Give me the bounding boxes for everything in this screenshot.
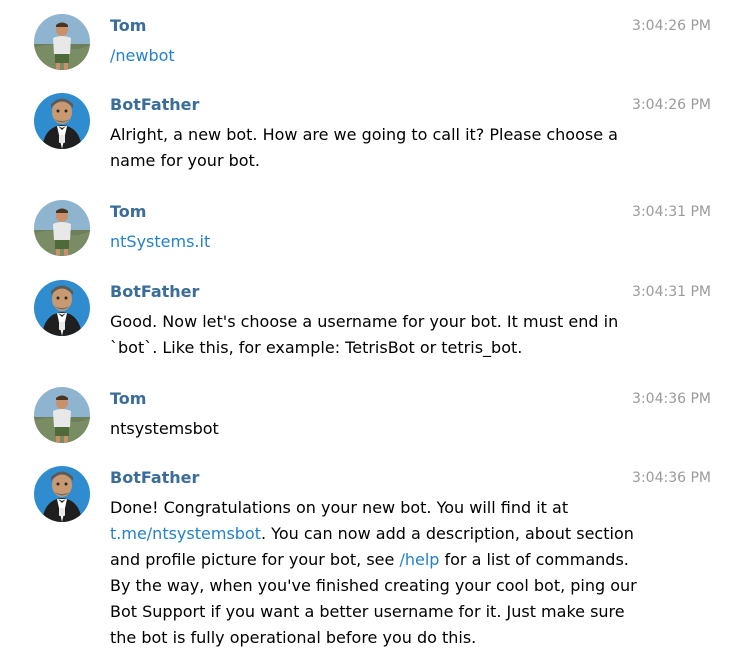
tom-avatar-icon: [34, 200, 90, 256]
command-link[interactable]: /newbot: [110, 46, 175, 65]
message: BotFather 3:04:26 PM Alright, a new bot.…: [0, 93, 740, 177]
text-line: /newbot: [110, 43, 630, 69]
message-timestamp: 3:04:26 PM: [632, 18, 711, 34]
message: Tom 3:04:36 PM ntsystemsbot: [0, 387, 740, 443]
url-link[interactable]: ntSystems.it: [110, 232, 210, 251]
botfather-avatar[interactable]: [34, 93, 90, 149]
text-segment: Good. Now let's choose a username for yo…: [110, 312, 619, 331]
sender-name[interactable]: BotFather: [110, 280, 199, 304]
text-line: `bot`. Like this, for example: TetrisBot…: [110, 335, 630, 361]
text-segment: ntsystemsbot: [110, 419, 219, 438]
text-line: Done! Congratulations on your new bot. Y…: [110, 495, 630, 521]
chat-history: Tom 3:04:26 PM /newbot BotFather 3:04:26…: [0, 0, 740, 672]
sender-name[interactable]: BotFather: [110, 466, 199, 490]
tom-avatar[interactable]: [34, 387, 90, 443]
message: BotFather 3:04:31 PM Good. Now let's cho…: [0, 280, 740, 364]
message-timestamp: 3:04:31 PM: [632, 284, 711, 300]
text-segment: By the way, when you've finished creatin…: [110, 576, 637, 595]
botfather-avatar-icon: [34, 93, 90, 149]
botfather-avatar[interactable]: [34, 280, 90, 336]
text-line: ntSystems.it: [110, 229, 630, 255]
message: Tom 3:04:26 PM /newbot: [0, 14, 740, 70]
message-text: Alright, a new bot. How are we going to …: [110, 122, 630, 174]
text-line: name for your bot.: [110, 148, 630, 174]
message-text: ntSystems.it: [110, 229, 630, 255]
tom-avatar[interactable]: [34, 200, 90, 256]
tom-avatar-icon: [34, 14, 90, 70]
sender-name[interactable]: BotFather: [110, 93, 199, 117]
sender-name[interactable]: Tom: [110, 387, 146, 411]
text-segment: . You can now add a description, about s…: [261, 524, 634, 543]
message-text: Done! Congratulations on your new bot. Y…: [110, 495, 637, 651]
text-segment: `bot`. Like this, for example: TetrisBot…: [110, 338, 523, 357]
text-segment: and profile picture for your bot, see: [110, 550, 400, 569]
text-line: the bot is fully operational before you …: [110, 625, 630, 651]
text-line: Alright, a new bot. How are we going to …: [110, 122, 630, 148]
message-text: Good. Now let's choose a username for yo…: [110, 309, 630, 361]
message-text: /newbot: [110, 43, 630, 69]
text-segment: Done! Congratulations on your new bot. Y…: [110, 498, 569, 517]
text-line: Bot Support if you want a better usernam…: [110, 599, 630, 625]
bot-url-link[interactable]: t.me/ntsystemsbot: [110, 524, 261, 543]
botfather-avatar-icon: [34, 280, 90, 336]
text-line: Good. Now let's choose a username for yo…: [110, 309, 630, 335]
tom-avatar-icon: [34, 387, 90, 443]
message-timestamp: 3:04:31 PM: [632, 204, 711, 220]
text-segment: the bot is fully operational before you …: [110, 628, 477, 647]
sender-name[interactable]: Tom: [110, 14, 146, 38]
botfather-avatar-icon: [34, 466, 90, 522]
tom-avatar[interactable]: [34, 14, 90, 70]
text-line: ntsystemsbot: [110, 416, 630, 442]
message-text: ntsystemsbot: [110, 416, 630, 442]
message-timestamp: 3:04:26 PM: [632, 97, 711, 113]
text-line: t.me/ntsystemsbot. You can now add a des…: [110, 521, 634, 547]
text-segment: Bot Support if you want a better usernam…: [110, 602, 625, 621]
message-timestamp: 3:04:36 PM: [632, 391, 711, 407]
text-line: and profile picture for your bot, see /h…: [110, 547, 630, 573]
message: BotFather 3:04:36 PM Done! Congratulatio…: [0, 466, 740, 666]
text-line: By the way, when you've finished creatin…: [110, 573, 637, 599]
text-segment: for a list of commands.: [439, 550, 629, 569]
message: Tom 3:04:31 PM ntSystems.it: [0, 200, 740, 256]
text-segment: Alright, a new bot. How are we going to …: [110, 125, 618, 144]
message-timestamp: 3:04:36 PM: [632, 470, 711, 486]
help-command-link[interactable]: /help: [399, 550, 439, 569]
botfather-avatar[interactable]: [34, 466, 90, 522]
sender-name[interactable]: Tom: [110, 200, 146, 224]
text-segment: name for your bot.: [110, 151, 260, 170]
